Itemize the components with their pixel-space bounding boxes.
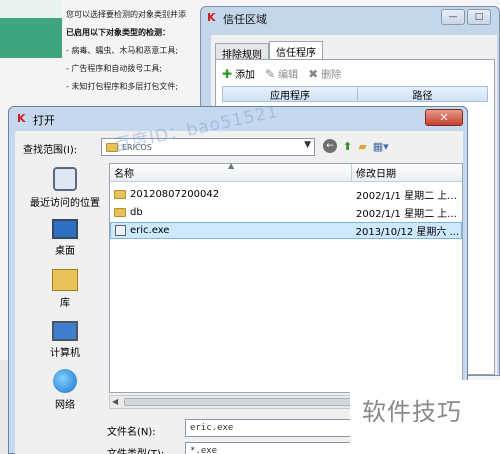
- place-label: 最近访问的位置: [30, 198, 100, 209]
- background-line: 已启用以下对象类型的检测：: [66, 28, 170, 37]
- trust-toolbar: ✚ 添加 ✎ 编辑 ✖ 删除: [222, 66, 342, 82]
- back-arrow-icon[interactable]: ←: [323, 139, 337, 153]
- file-list-header: ▲ 名称 修改日期: [110, 161, 462, 182]
- place-libraries[interactable]: 库: [23, 269, 107, 309]
- recent-places-icon: [53, 167, 77, 191]
- add-label: 添加: [235, 70, 256, 81]
- place-desktop[interactable]: 桌面: [23, 219, 107, 257]
- view-menu-icon[interactable]: ▦▾: [373, 140, 389, 153]
- navigation-toolbar: ← ⬆ ▰ ▦▾: [323, 139, 389, 153]
- file-row[interactable]: db 2002/1/1 星期二 上...: [110, 204, 462, 221]
- network-icon: [53, 369, 77, 393]
- edit-button[interactable]: ✎ 编辑: [265, 66, 299, 82]
- computer-icon: [52, 321, 78, 341]
- minimize-button[interactable]: —: [441, 9, 465, 25]
- background-line: 您可以选择要检测的对象类别并添: [66, 10, 186, 19]
- app-logo-icon: K: [207, 11, 216, 24]
- look-in-label: 查找范围(I):: [23, 145, 78, 156]
- file-name: eric.exe: [130, 225, 170, 236]
- file-row[interactable]: 20120807200042 2002/1/1 星期二 上...: [110, 186, 462, 203]
- brand-caption: 软件技巧: [362, 398, 462, 426]
- background-line: - 未知打包程序和多层打包文件;: [66, 82, 179, 91]
- executable-icon: [115, 225, 126, 236]
- file-type-select[interactable]: *.exe: [185, 442, 365, 454]
- delete-button[interactable]: ✖ 删除: [308, 66, 342, 82]
- background-description: 您可以选择要检测的对象类别并添 已启用以下对象类型的检测： - 病毒、蠕虫、木马…: [66, 6, 216, 96]
- maximize-button[interactable]: □: [467, 9, 491, 25]
- trust-window-title: 信任区域: [223, 13, 267, 26]
- place-label: 网络: [55, 400, 75, 411]
- column-name-label: 名称: [114, 169, 134, 180]
- sort-ascending-icon: ▲: [228, 161, 235, 170]
- new-folder-icon[interactable]: ▰: [358, 140, 366, 153]
- library-icon: [52, 269, 78, 291]
- pencil-icon: ✎: [265, 66, 276, 81]
- file-name: 20120807200042: [130, 189, 220, 200]
- column-name[interactable]: ▲ 名称: [110, 161, 352, 181]
- file-name: db: [130, 207, 143, 218]
- chevron-down-icon: ▼: [304, 140, 311, 150]
- file-date: 2002/1/1 星期二 上...: [356, 209, 457, 220]
- background-line: - 广告程序和自动拨号工具;: [66, 64, 163, 73]
- folder-icon: [114, 190, 126, 199]
- desktop-icon: [52, 219, 78, 239]
- place-recent[interactable]: 最近访问的位置: [23, 167, 107, 209]
- close-button[interactable]: ✕: [425, 109, 463, 126]
- plus-icon: ✚: [222, 66, 233, 81]
- file-name-label: 文件名(N):: [107, 427, 156, 438]
- file-row-selected[interactable]: eric.exe 2013/10/12 星期六 ...: [110, 222, 462, 239]
- file-date: 2002/1/1 星期二 上...: [356, 191, 457, 202]
- scroll-left-icon[interactable]: ◀: [112, 397, 118, 406]
- folder-icon: [114, 208, 126, 217]
- place-label: 库: [60, 298, 70, 309]
- file-date: 2013/10/12 星期六 ...: [355, 227, 460, 238]
- background-line: - 病毒、蠕虫、木马和恶意工具;: [66, 46, 179, 55]
- column-application[interactable]: 应用程序: [223, 87, 358, 102]
- up-folder-icon[interactable]: ⬆: [343, 140, 352, 153]
- place-computer[interactable]: 计算机: [23, 321, 107, 359]
- background-green-header: [0, 0, 62, 18]
- place-label: 计算机: [50, 348, 80, 359]
- edit-label: 编辑: [278, 70, 299, 81]
- open-dialog-title: 打开: [33, 114, 55, 127]
- places-bar: 最近访问的位置 桌面 库 计算机 网络: [23, 163, 107, 423]
- column-date-modified[interactable]: 修改日期: [352, 164, 462, 181]
- column-date-label: 修改日期: [356, 169, 396, 180]
- place-network[interactable]: 网络: [23, 369, 107, 411]
- window-controls: — □: [441, 9, 491, 25]
- place-label: 桌面: [55, 246, 75, 257]
- delete-x-icon: ✖: [308, 66, 319, 81]
- dialog-logo-icon: K: [17, 112, 26, 125]
- file-name-input[interactable]: eric.exe: [185, 419, 365, 437]
- delete-label: 删除: [321, 70, 342, 81]
- file-type-label: 文件类型(T):: [107, 445, 164, 454]
- column-path[interactable]: 路径: [358, 87, 487, 102]
- add-button[interactable]: ✚ 添加: [222, 66, 256, 82]
- file-list: ▲ 名称 修改日期 20120807200042 2002/1/1 星期二 上.…: [109, 161, 463, 393]
